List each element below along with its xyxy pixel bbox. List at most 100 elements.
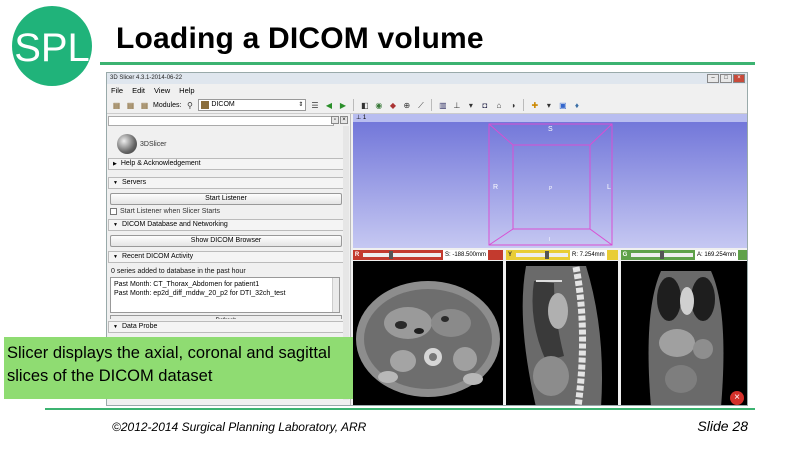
section-data-probe[interactable]: ▼ Data Probe [108, 321, 344, 333]
collapse-icon: ▼ [113, 254, 118, 260]
section-servers[interactable]: ▼ Servers [108, 177, 344, 189]
green-slice-controller[interactable]: G A: 169.254mm [621, 250, 747, 260]
start-listener-checkbox-label: Start Listener when Slicer Starts [120, 208, 220, 215]
start-listener-button[interactable]: Start Listener [110, 193, 342, 205]
red-slice-offset: S: -188.500mm [443, 250, 489, 260]
green-slice-letter: G [622, 252, 628, 258]
orientation-left: L [607, 184, 611, 191]
refresh-button[interactable]: Refresh [110, 315, 342, 319]
module-history-icon[interactable]: ☰ [309, 100, 320, 111]
yellow-slice-slider[interactable] [516, 251, 568, 259]
recent-activity-list[interactable]: Past Month: CT_Thorax_Abdomen for patien… [110, 277, 340, 313]
toolbar-separator [353, 99, 355, 111]
crosshair-view-icon[interactable]: ⊥ [451, 100, 462, 111]
panel-float-icon[interactable]: ▫ [331, 116, 339, 124]
red-slice-slider[interactable] [363, 251, 441, 259]
activity-scrollbar[interactable] [332, 278, 339, 312]
markups-module-icon[interactable]: ⟋ [415, 100, 426, 111]
orientation-posterior: P [549, 186, 553, 192]
dicom-module-icon [201, 101, 210, 109]
title-divider [100, 62, 755, 65]
section-data-probe-label: Data Probe [121, 323, 158, 330]
sagittal-ct-image [522, 266, 602, 405]
load-data-icon[interactable]: ▦ [111, 100, 122, 111]
fiducial-dropdown-icon[interactable]: ▾ [543, 100, 554, 111]
sagittal-slice-view[interactable] [506, 261, 618, 405]
collapse-icon: ▼ [113, 222, 118, 228]
spl-logo: SPL [12, 6, 92, 86]
caption-box: Slicer displays the axial, coronal and s… [4, 337, 353, 399]
slide-number: Slide 28 [697, 418, 748, 434]
minimize-icon[interactable]: – [707, 74, 719, 83]
start-listener-checkbox-row: Start Listener when Slicer Starts [110, 208, 350, 215]
menu-bar: File Edit View Help [107, 84, 747, 97]
collapse-icon: ▼ [113, 324, 118, 330]
volumes-module-icon[interactable]: ◉ [373, 100, 384, 111]
python-icon[interactable]: ♦ [571, 100, 582, 111]
menu-edit[interactable]: Edit [132, 84, 145, 97]
show-dicom-browser-button[interactable]: Show DICOM Browser [110, 235, 342, 247]
window-level-icon[interactable]: ◑ [507, 100, 518, 111]
save-icon[interactable]: ▦ [139, 100, 150, 111]
list-item[interactable]: Past Month: CT_Thorax_Abdomen for patien… [114, 280, 336, 289]
slide-title: Loading a DICOM volume [116, 22, 484, 55]
chevron-down-icon: ⇕ [298, 102, 304, 108]
layout-icon[interactable]: ▥ [437, 100, 448, 111]
extension-manager-icon[interactable]: ▣ [557, 100, 568, 111]
section-recent-activity-label: Recent DICOM Activity [121, 253, 194, 260]
red-slice-controller[interactable]: R S: -188.500mm [353, 250, 503, 260]
bounding-box-3d [488, 123, 613, 246]
section-help-label: Help & Acknowledgement [120, 160, 201, 167]
list-item[interactable]: Past Month: ep2d_diff_mddw_20_p2 for DTI… [114, 289, 336, 298]
slicer-logo-label: 3DSlicer [140, 140, 167, 148]
menu-view[interactable]: View [154, 84, 170, 97]
screenshot-icon[interactable]: ◘ [479, 100, 490, 111]
close-circle-icon[interactable]: × [730, 391, 744, 405]
green-slice-offset: A: 169.254mm [695, 250, 739, 260]
coronal-slice-view[interactable] [621, 261, 747, 405]
maximize-icon[interactable]: □ [720, 74, 732, 83]
window-title: 3D Slicer 4.3.1-2014-06-22 [110, 75, 183, 81]
back-icon[interactable]: ◀ [323, 100, 334, 111]
module-selected: DICOM [211, 101, 235, 108]
section-servers-label: Servers [121, 179, 147, 186]
fiducial-icon[interactable]: ✚ [529, 100, 540, 111]
slicer-logo-icon [117, 134, 137, 154]
series-added-text: 0 series added to database in the past h… [111, 268, 246, 275]
window-titlebar: 3D Slicer 4.3.1-2014-06-22 – □ × [107, 73, 747, 84]
dicom-icon[interactable]: ▦ [125, 100, 136, 111]
module-panel-search[interactable] [108, 116, 334, 126]
menu-file[interactable]: File [111, 84, 123, 97]
yellow-slice-letter: Y [507, 252, 512, 258]
data-module-icon[interactable]: ◧ [359, 100, 370, 111]
forward-icon[interactable]: ▶ [337, 100, 348, 111]
yellow-slider-handle[interactable] [544, 251, 549, 259]
transforms-module-icon[interactable]: ⊕ [401, 100, 412, 111]
orientation-inferior: I [549, 237, 551, 243]
section-dicom-database[interactable]: ▼ DICOM Database and Networking [108, 219, 344, 231]
slicer-logo: 3DSlicer [107, 126, 350, 156]
module-search-icon[interactable]: ⚲ [184, 100, 195, 111]
yellow-slice-controller[interactable]: Y R: 7.254mm [506, 250, 618, 260]
section-help[interactable]: ▶ Help & Acknowledgement [108, 158, 344, 170]
section-recent-activity[interactable]: ▼ Recent DICOM Activity [108, 251, 344, 263]
expand-icon: ▶ [113, 161, 117, 167]
red-slider-handle[interactable] [388, 251, 393, 259]
green-slice-slider[interactable] [631, 251, 693, 259]
collapse-icon: ▼ [113, 180, 118, 186]
panel-close-icon[interactable]: × [340, 116, 348, 124]
start-listener-checkbox[interactable] [110, 208, 117, 215]
module-selector[interactable]: DICOM ⇕ [198, 99, 307, 111]
toolbar-separator [523, 99, 525, 111]
menu-help[interactable]: Help [179, 84, 194, 97]
modules-label: Modules: [153, 101, 182, 109]
footer-divider [45, 408, 755, 410]
view-3d[interactable]: ⊥ 1 S R L P I [353, 114, 747, 248]
green-slider-handle[interactable] [660, 251, 664, 259]
axial-slice-view[interactable] [353, 261, 503, 405]
close-icon[interactable]: × [733, 74, 745, 83]
models-module-icon[interactable]: ◆ [387, 100, 398, 111]
main-toolbar: ▦ ▦ ▦ Modules: ⚲ DICOM ⇕ ☰ ◀ ▶ ◧ ◉ ◆ ⊕ ⟋… [107, 97, 747, 114]
scene-view-icon[interactable]: ⌂ [493, 100, 504, 111]
layout-dropdown-icon[interactable]: ▾ [465, 100, 476, 111]
